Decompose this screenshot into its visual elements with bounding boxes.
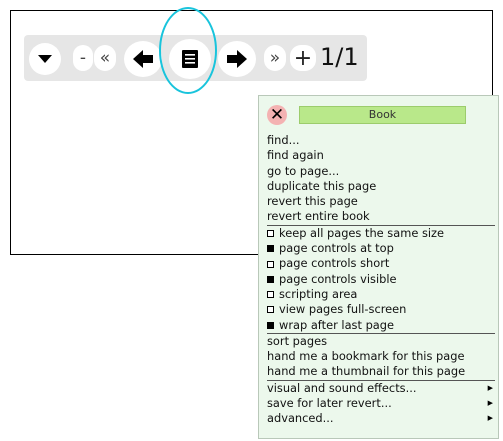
menu-item-thumbnail[interactable]: hand me a thumbnail for this page (267, 364, 497, 379)
triangle-down-icon (38, 55, 52, 63)
menu-option-label: keep all pages the same size (279, 225, 445, 240)
menu-option-wrap[interactable]: wrap after last page (267, 318, 497, 333)
submenu-arrow-icon: ▶ (487, 414, 493, 423)
menu-item-find[interactable]: find... (267, 133, 497, 148)
menu-option-label: wrap after last page (279, 317, 395, 332)
checkbox (267, 275, 274, 283)
book-menu-items: find... find again go to page... duplica… (267, 133, 497, 427)
menu-item-label: hand me a thumbnail for this page (267, 364, 466, 379)
menu-item-label: duplicate this page (267, 178, 377, 193)
menu-item-find-again[interactable]: find again (267, 148, 497, 163)
menu-option-label: page controls at top (279, 241, 394, 256)
menu-option-label: scripting area (279, 286, 358, 301)
menu-option-controls-visible[interactable]: page controls visible (267, 272, 497, 287)
menu-item-label: hand me a bookmark for this page (267, 349, 465, 364)
menu-option-controls-short[interactable]: page controls short (267, 256, 497, 271)
menu-item-label: sort pages (267, 333, 328, 348)
arrow-right-icon (227, 50, 247, 68)
menu-item-label: find... (267, 133, 300, 147)
menu-item-sort-pages[interactable]: sort pages (267, 334, 497, 349)
checkbox (267, 245, 274, 253)
menu-item-duplicate-page[interactable]: duplicate this page (267, 179, 497, 194)
menu-item-label: revert this page (267, 194, 358, 209)
checkbox (267, 229, 274, 237)
previous-page-button[interactable] (124, 41, 162, 77)
menu-lines-icon (182, 50, 198, 68)
page-counter[interactable]: 1/1 (320, 43, 359, 71)
menu-option-controls-at-top[interactable]: page controls at top (267, 241, 497, 256)
menu-item-advanced[interactable]: advanced... ▶ (267, 411, 497, 426)
close-x-icon[interactable]: ✕ (267, 105, 287, 125)
last-page-button[interactable]: » (264, 45, 286, 71)
menu-item-bookmark[interactable]: hand me a bookmark for this page (267, 349, 497, 364)
menu-item-label: find again (267, 148, 324, 163)
book-menu-header: ✕ Book (259, 96, 498, 128)
menu-option-label: page controls short (279, 256, 390, 271)
menu-item-label: save for later revert... (267, 396, 392, 411)
last-page-label: » (269, 48, 281, 68)
menu-item-revert-page[interactable]: revert this page (267, 194, 497, 209)
menu-item-save-for-revert[interactable]: save for later revert... ▶ (267, 396, 497, 411)
menu-item-label: advanced... (267, 411, 334, 426)
zoom-in-label: + (293, 45, 313, 71)
menu-item-label: revert entire book (267, 209, 370, 224)
menu-item-visual-sound-effects[interactable]: visual and sound effects... ▶ (267, 381, 497, 396)
page-controls-menu-button[interactable] (29, 43, 61, 75)
first-page-button[interactable]: « (94, 45, 116, 71)
checkbox (267, 321, 274, 329)
menu-item-label: visual and sound effects... (267, 380, 417, 395)
menu-option-scripting-area[interactable]: scripting area (267, 287, 497, 302)
menu-item-revert-book[interactable]: revert entire book (267, 209, 497, 224)
arrow-left-icon (133, 50, 153, 68)
checkbox (267, 291, 274, 299)
zoom-in-button[interactable]: + (290, 45, 316, 71)
checkbox (267, 306, 274, 314)
menu-item-label: go to page... (267, 163, 340, 178)
menu-option-label: page controls visible (279, 271, 397, 286)
menu-item-go-to-page[interactable]: go to page... (267, 164, 497, 179)
menu-option-full-screen[interactable]: view pages full-screen (267, 302, 497, 317)
submenu-arrow-icon: ▶ (487, 399, 493, 408)
first-page-label: « (99, 48, 111, 68)
page-controls-bar: - « » + (24, 35, 367, 81)
checkbox (267, 260, 274, 268)
zoom-out-button[interactable]: - (73, 45, 93, 71)
menu-option-label: view pages full-screen (279, 302, 407, 317)
page-menu-button[interactable] (169, 39, 211, 79)
submenu-arrow-icon: ▶ (487, 383, 493, 392)
book-menu-title: Book (299, 106, 466, 124)
zoom-out-label: - (79, 48, 87, 68)
menu-option-same-size[interactable]: keep all pages the same size (267, 226, 497, 241)
book-menu: ✕ Book find... find again go to page... … (258, 95, 499, 439)
next-page-button[interactable] (218, 41, 256, 77)
